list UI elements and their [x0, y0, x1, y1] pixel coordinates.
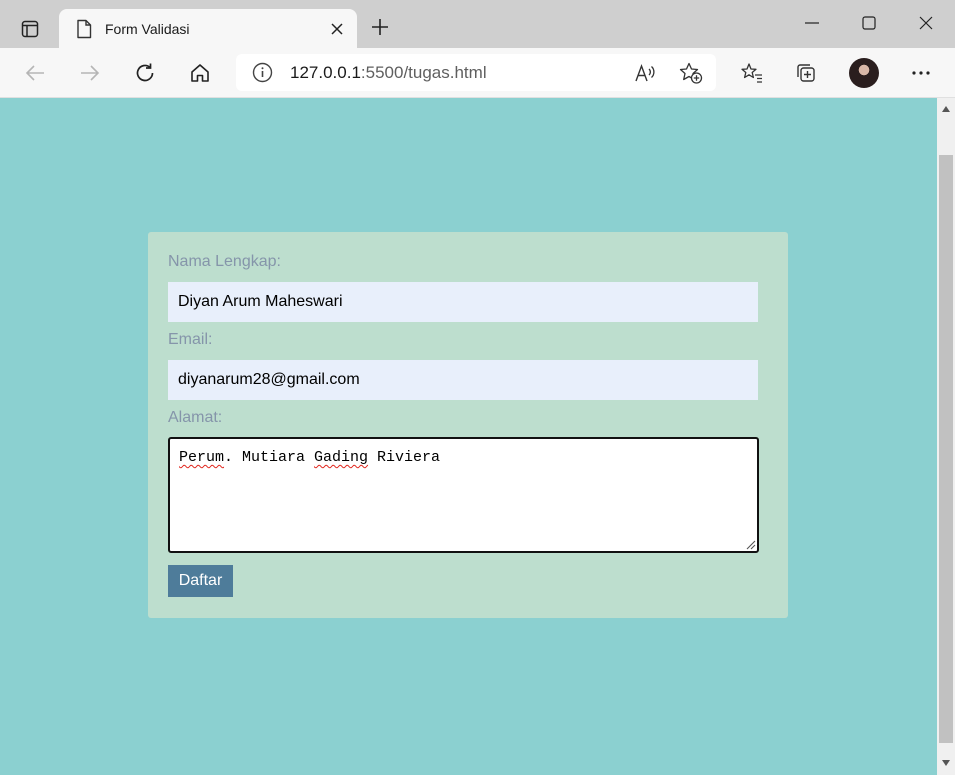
url-host: 127.0.0.1	[290, 63, 361, 82]
new-tab-button[interactable]	[367, 14, 393, 40]
back-button[interactable]	[19, 57, 51, 89]
plus-icon	[372, 19, 388, 35]
address-word: Perum	[179, 449, 225, 466]
arrow-right-icon	[81, 65, 100, 81]
email-input[interactable]	[168, 360, 758, 400]
triangle-down-icon	[942, 760, 950, 766]
tab-close-button[interactable]	[327, 19, 347, 39]
read-aloud-button[interactable]	[632, 59, 660, 87]
add-favorite-button[interactable]	[677, 59, 705, 87]
star-plus-icon	[679, 62, 703, 84]
close-window-button[interactable]	[906, 8, 946, 38]
read-aloud-icon	[635, 63, 655, 82]
triangle-up-icon	[942, 106, 950, 112]
favorites-button[interactable]	[736, 57, 768, 89]
arrow-left-icon	[25, 65, 44, 81]
info-icon[interactable]	[252, 62, 273, 83]
favorites-icon	[741, 63, 762, 83]
refresh-icon	[136, 63, 154, 82]
submit-button[interactable]: Daftar	[168, 565, 233, 597]
name-input[interactable]	[168, 282, 758, 322]
scroll-down-button[interactable]	[941, 758, 951, 768]
menu-button[interactable]	[905, 57, 937, 89]
avatar[interactable]	[849, 58, 879, 88]
tab-title: Form Validasi	[105, 21, 190, 37]
url-text[interactable]: 127.0.0.1:5500/tugas.html	[290, 63, 487, 83]
scroll-thumb[interactable]	[939, 155, 953, 743]
address-word: . Mutiara	[224, 449, 315, 466]
home-icon	[191, 64, 209, 82]
collections-icon	[797, 64, 815, 82]
address-word: Riviera	[368, 449, 441, 466]
scrollbar[interactable]	[937, 98, 955, 775]
address-textarea[interactable]: Perum. Mutiara Gading Riviera	[168, 437, 759, 553]
address-word: Gading	[314, 449, 369, 466]
forward-button[interactable]	[74, 57, 106, 89]
name-label: Nama Lengkap:	[168, 253, 281, 270]
scroll-up-button[interactable]	[941, 104, 951, 114]
minimize-button[interactable]	[792, 8, 832, 38]
title-bar: Form Validasi	[0, 0, 955, 49]
email-label: Email:	[168, 331, 213, 348]
home-button[interactable]	[184, 57, 216, 89]
url-path: :5500/tugas.html	[360, 63, 487, 82]
tab-form-validasi[interactable]: Form Validasi	[59, 9, 357, 49]
maximize-button[interactable]	[849, 8, 889, 38]
minimize-icon	[805, 22, 819, 24]
page-viewport: Nama Lengkap: Email: Alamat: Perum. Muti…	[0, 98, 937, 775]
tab-actions-button[interactable]	[10, 12, 50, 46]
address-label: Alamat:	[168, 409, 223, 426]
address-bar[interactable]: 127.0.0.1:5500/tugas.html	[236, 54, 716, 91]
refresh-button[interactable]	[129, 57, 161, 89]
maximize-icon	[862, 16, 876, 30]
browser-toolbar: 127.0.0.1:5500/tugas.html	[0, 48, 955, 98]
tab-actions-icon	[21, 20, 39, 38]
close-icon	[919, 16, 933, 30]
close-icon	[331, 23, 343, 35]
resize-grip-icon[interactable]	[744, 538, 756, 550]
registration-form: Nama Lengkap: Email: Alamat: Perum. Muti…	[148, 232, 788, 618]
more-icon	[912, 71, 930, 75]
document-icon	[77, 19, 92, 39]
collections-button[interactable]	[790, 57, 822, 89]
